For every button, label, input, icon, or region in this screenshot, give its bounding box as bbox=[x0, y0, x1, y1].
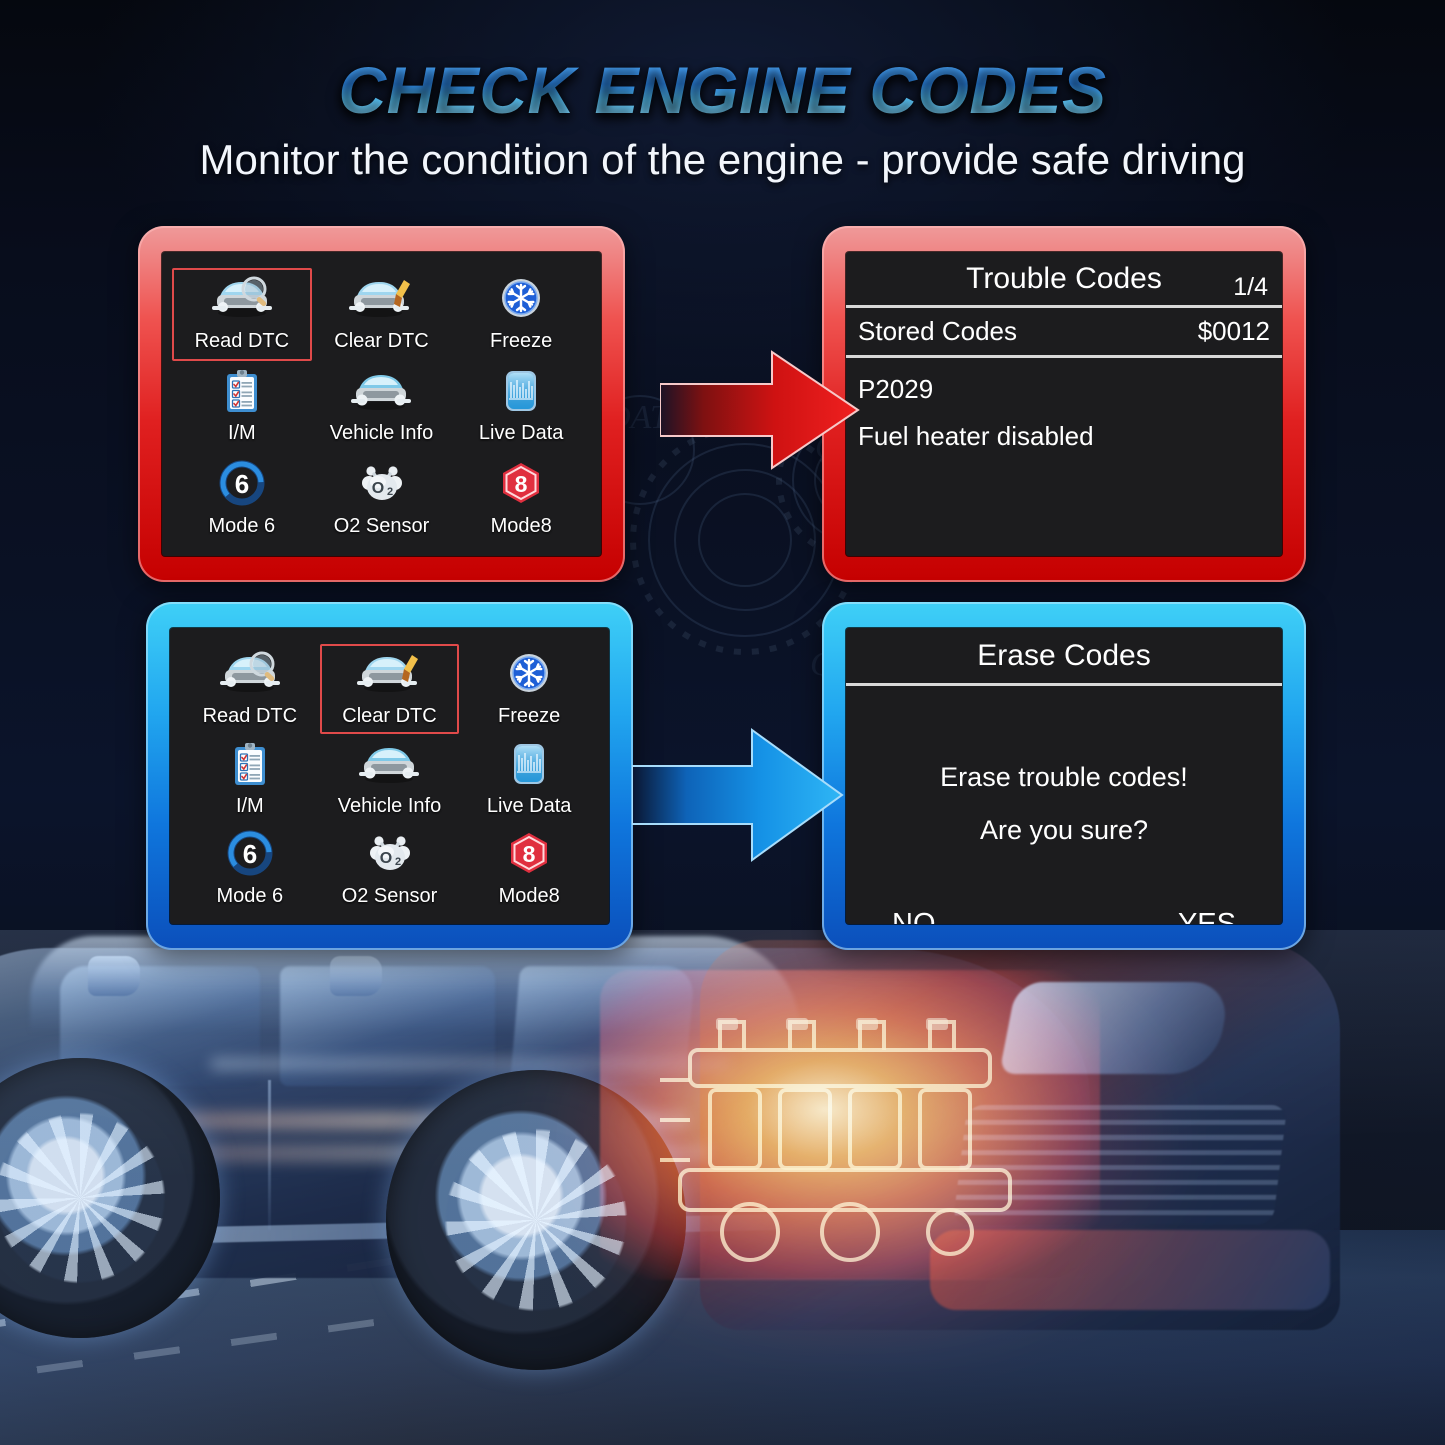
car-background-image bbox=[0, 930, 1445, 1445]
car-magnifier-icon bbox=[218, 651, 282, 697]
o2-molecule-icon: O 2 bbox=[349, 461, 413, 507]
stored-codes-label: Stored Codes bbox=[858, 316, 1017, 346]
scanner-screen-trouble-codes: Trouble Codes 1/4 Stored Codes $0012 P20… bbox=[846, 252, 1282, 556]
erase-confirm-actions: NO YES bbox=[846, 868, 1282, 924]
live-chart-icon bbox=[489, 368, 553, 414]
menu-item-label: Clear DTC bbox=[334, 329, 429, 352]
svg-text:2: 2 bbox=[395, 856, 401, 868]
menu-item-read-dtc[interactable]: Read DTC bbox=[180, 644, 320, 734]
scanner-screen-clear-dtc: Read DTC Clear DTC Freeze I/M Vehicle In… bbox=[170, 628, 609, 924]
o2-molecule-icon: O 2 bbox=[357, 831, 421, 877]
car-front-icon bbox=[349, 368, 413, 414]
svg-text:6: 6 bbox=[243, 839, 257, 869]
menu-item-label: Vehicle Info bbox=[329, 422, 434, 445]
page-title: CHECK ENGINE CODES bbox=[0, 52, 1445, 128]
hexagon-eight-icon: 8 bbox=[497, 831, 561, 877]
car-brush-icon bbox=[349, 276, 413, 322]
menu-item-label: Mode8 bbox=[490, 515, 552, 538]
svg-text:8: 8 bbox=[523, 841, 536, 867]
snowflake-icon bbox=[489, 276, 553, 322]
diagnostic-menu-grid[interactable]: Read DTC Clear DTC Freeze I/M Vehicle In… bbox=[162, 252, 601, 556]
panel-erase-codes: Erase Codes Erase trouble codes! Are you… bbox=[822, 602, 1306, 950]
panel-read-dtc-menu: Read DTC Clear DTC Freeze I/M Vehicle In… bbox=[138, 226, 625, 582]
menu-item-label: I/M bbox=[227, 422, 256, 445]
hexagon-eight-icon: 8 bbox=[489, 461, 553, 507]
erase-confirm-message: Erase trouble codes! Are you sure? bbox=[846, 686, 1282, 868]
car-front-icon bbox=[357, 741, 421, 787]
poster-stage: DAT Goi Goi Qu bbox=[0, 0, 1445, 1445]
menu-item-live-data[interactable]: Live Data bbox=[459, 734, 599, 824]
menu-item-clear-dtc[interactable]: Clear DTC bbox=[319, 644, 460, 734]
menu-item-label: Freeze bbox=[498, 704, 561, 727]
car-brush-icon bbox=[357, 651, 421, 697]
menu-item-vehicle-info[interactable]: Vehicle Info bbox=[312, 361, 452, 454]
menu-item-i-m[interactable]: I/M bbox=[172, 361, 312, 454]
page-indicator: 1/4 bbox=[1233, 273, 1268, 301]
menu-item-o2-sensor[interactable]: O 2 O2 Sensor bbox=[320, 824, 460, 914]
menu-item-vehicle-info[interactable]: Vehicle Info bbox=[320, 734, 460, 824]
panel-trouble-codes: Trouble Codes 1/4 Stored Codes $0012 P20… bbox=[822, 226, 1306, 582]
snowflake-icon bbox=[497, 651, 561, 697]
menu-item-label: O2 Sensor bbox=[341, 884, 438, 907]
menu-item-mode-6[interactable]: 6 Mode 6 bbox=[172, 453, 312, 546]
menu-item-label: Read DTC bbox=[202, 704, 298, 727]
ring-six-icon: 6 bbox=[210, 460, 274, 507]
menu-item-label: Mode 6 bbox=[208, 515, 276, 538]
diagnostic-menu-grid[interactable]: Read DTC Clear DTC Freeze I/M Vehicle In… bbox=[170, 628, 609, 924]
scanner-screen-read-dtc: Read DTC Clear DTC Freeze I/M Vehicle In… bbox=[162, 252, 601, 556]
stored-codes-row[interactable]: Stored Codes $0012 bbox=[846, 308, 1282, 358]
menu-item-label: Mode8 bbox=[498, 884, 560, 907]
menu-item-live-data[interactable]: Live Data bbox=[451, 361, 591, 454]
no-button[interactable]: NO bbox=[892, 908, 936, 924]
menu-item-label: Read DTC bbox=[194, 329, 290, 352]
clipboard-checklist-icon bbox=[210, 368, 274, 414]
menu-item-mode8[interactable]: 8 Mode8 bbox=[451, 453, 591, 546]
menu-item-i-m[interactable]: I/M bbox=[180, 734, 320, 824]
panel-clear-dtc-menu: Read DTC Clear DTC Freeze I/M Vehicle In… bbox=[146, 602, 633, 950]
menu-item-label: Vehicle Info bbox=[337, 794, 442, 817]
yes-button[interactable]: YES bbox=[1178, 908, 1236, 924]
trouble-code-detail: P2029 Fuel heater disabled bbox=[846, 358, 1282, 452]
arrow-right-blue-icon bbox=[632, 722, 844, 868]
menu-item-label: O2 Sensor bbox=[333, 515, 430, 538]
menu-item-freeze[interactable]: Freeze bbox=[459, 644, 599, 734]
live-chart-icon bbox=[497, 741, 561, 787]
erase-codes-header: Erase Codes bbox=[846, 628, 1282, 686]
page-subtitle: Monitor the condition of the engine - pr… bbox=[199, 136, 1246, 183]
svg-text:6: 6 bbox=[235, 469, 249, 499]
arrow-right-red-icon bbox=[660, 346, 860, 474]
scanner-screen-erase-codes: Erase Codes Erase trouble codes! Are you… bbox=[846, 628, 1282, 924]
menu-item-label: Mode 6 bbox=[216, 884, 284, 907]
menu-item-mode-6[interactable]: 6 Mode 6 bbox=[180, 824, 320, 914]
menu-item-mode8[interactable]: 8 Mode8 bbox=[459, 824, 599, 914]
svg-text:2: 2 bbox=[387, 486, 393, 498]
clipboard-checklist-icon bbox=[218, 741, 282, 787]
menu-item-label: Clear DTC bbox=[342, 704, 437, 727]
menu-item-label: Live Data bbox=[486, 794, 572, 817]
engine-diagram-icon bbox=[600, 970, 1100, 1280]
side-mirror bbox=[330, 956, 382, 996]
side-mirror bbox=[88, 956, 140, 996]
erase-codes-title: Erase Codes bbox=[977, 638, 1151, 672]
car-magnifier-icon bbox=[210, 276, 274, 322]
poster-headings: CHECK ENGINE CODES Monitor the condition… bbox=[0, 52, 1445, 184]
menu-item-label: I/M bbox=[235, 794, 264, 817]
trouble-codes-title: Trouble Codes bbox=[966, 261, 1162, 295]
erase-message-line-2: Are you sure? bbox=[979, 815, 1149, 845]
menu-item-clear-dtc[interactable]: Clear DTC bbox=[312, 268, 452, 361]
erase-message-line-1: Erase trouble codes! bbox=[940, 762, 1188, 792]
menu-item-label: Freeze bbox=[490, 329, 553, 352]
menu-item-o2-sensor[interactable]: O 2 O2 Sensor bbox=[312, 453, 452, 546]
svg-text:O: O bbox=[372, 480, 384, 497]
trouble-codes-header: Trouble Codes 1/4 bbox=[846, 252, 1282, 308]
menu-item-label: Live Data bbox=[478, 422, 564, 445]
svg-text:O: O bbox=[380, 850, 392, 867]
dtc-code: P2029 bbox=[858, 374, 934, 404]
dtc-description: Fuel heater disabled bbox=[858, 421, 1094, 451]
menu-item-freeze[interactable]: Freeze bbox=[451, 268, 591, 361]
ring-six-icon: 6 bbox=[218, 830, 282, 877]
stored-codes-value: $0012 bbox=[1197, 316, 1270, 346]
svg-text:8: 8 bbox=[515, 471, 528, 497]
menu-item-read-dtc[interactable]: Read DTC bbox=[172, 268, 312, 361]
